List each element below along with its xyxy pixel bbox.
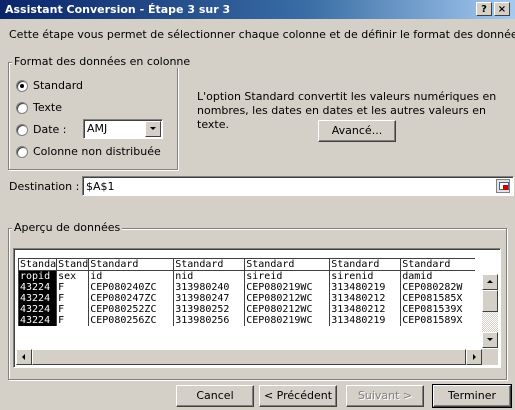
scroll-up-button[interactable] <box>482 274 498 290</box>
preview-cell: CEP081589X <box>400 315 475 326</box>
vertical-scroll-thumb[interactable] <box>482 290 498 312</box>
preview-header-row: Standa Stand Standard Standard Standard Stand… <box>17 258 475 271</box>
preview-cell: CEP081539X <box>400 304 475 315</box>
horizontal-scroll-thumb[interactable] <box>32 349 466 365</box>
preview-cell: 313480219 <box>329 282 401 293</box>
scroll-corner <box>482 349 498 365</box>
radio-no-distribute-text: Colonne non distribuée <box>33 145 161 158</box>
preview-cell: 43224 <box>17 315 57 326</box>
preview-cell: CEP080282W <box>400 282 475 293</box>
data-preview[interactable]: Standa Stand Standard Standard Standard Stand… <box>13 248 501 368</box>
preview-cell: Standard <box>173 258 245 271</box>
preview-cell: CEP081585X <box>400 293 475 304</box>
finish-button[interactable]: Terminer <box>432 384 512 408</box>
preview-cell: F <box>56 293 89 304</box>
preview-cell: Standard <box>329 258 401 271</box>
preview-cell: Stand <box>56 258 89 271</box>
preview-row: 43224 F CEP080247ZC 313980247 CEP080212WC 313… <box>17 293 475 304</box>
preview-cell: 313980240 <box>173 282 245 293</box>
preview-group-label: Aperçu de données <box>12 221 123 234</box>
destination-field[interactable]: $A$1 <box>82 176 514 196</box>
preview-cell: sireid <box>244 270 330 282</box>
preview-cell: CEP080212WC <box>244 304 330 315</box>
scroll-left-button[interactable] <box>16 349 32 365</box>
preview-row: 43224 F CEP080240ZC 313980240 CEP080219WC 313… <box>17 282 475 293</box>
preview-cell: 43224 <box>17 282 57 293</box>
preview-cell: 313480212 <box>329 293 401 304</box>
preview-row: 43224 F CEP080252ZC 313980252 CEP080212WC 313… <box>17 304 475 315</box>
destination-value: $A$1 <box>86 180 115 193</box>
preview-cell: Standard <box>244 258 330 271</box>
radio-standard[interactable] <box>16 80 28 92</box>
preview-cell: sex <box>56 270 89 282</box>
arrow-down-icon <box>487 338 493 341</box>
window-title: Assistant Conversion - Étape 3 sur 3 <box>5 3 231 16</box>
chevron-down-icon <box>150 127 156 130</box>
preview-cell: F <box>56 304 89 315</box>
date-format-dropdown-button[interactable] <box>145 121 161 137</box>
preview-cell: F <box>56 315 89 326</box>
radio-date-text: Date : <box>33 123 67 136</box>
collapse-dialog-icon[interactable] <box>496 179 510 193</box>
preview-cell: 313980252 <box>173 304 245 315</box>
previous-button[interactable]: < Précédent <box>259 385 337 407</box>
radio-text-label: Texte <box>33 101 62 114</box>
advanced-button[interactable]: Avancé... <box>318 120 396 142</box>
destination-label: Destination : <box>9 180 80 193</box>
preview-cell: F <box>56 282 89 293</box>
column-format-group-label: Format des données en colonne <box>12 55 193 68</box>
preview-cell: nid <box>173 270 245 282</box>
intro-text: Cette étape vous permet de sélectionner … <box>9 28 515 41</box>
radio-date-label: Date : <box>33 123 67 136</box>
preview-row: ropid sex id nid sireid sirenid damid <box>17 270 475 282</box>
preview-cell: ropid <box>17 270 57 282</box>
preview-cell: damid <box>400 270 475 282</box>
preview-cell: 43224 <box>17 293 57 304</box>
title-bar: Assistant Conversion - Étape 3 sur 3 ? × <box>0 0 515 19</box>
radio-text-text: Texte <box>33 101 63 114</box>
radio-no-distribute[interactable] <box>16 146 28 158</box>
preview-table: Standa Stand Standard Standard Standard Stand… <box>17 258 475 326</box>
arrow-left-icon <box>22 354 25 360</box>
date-format-value: AMJ <box>87 122 108 135</box>
preview-cell: CEP080219WC <box>244 282 330 293</box>
preview-cell: 313980256 <box>173 315 245 326</box>
help-button[interactable]: ? <box>476 2 492 16</box>
preview-row: 43224 F CEP080256ZC 313980256 CEP080219WC 313… <box>17 315 475 326</box>
preview-cell: CEP080256ZC <box>88 315 174 326</box>
scroll-down-button[interactable] <box>482 332 498 348</box>
cancel-button[interactable]: Cancel <box>176 385 254 407</box>
preview-cell: Standard <box>88 258 174 271</box>
preview-cell: 313480212 <box>329 304 401 315</box>
preview-cell: CEP080219WC <box>244 315 330 326</box>
radio-standard-label: Standard <box>33 79 83 92</box>
preview-cell: sirenid <box>329 270 401 282</box>
scroll-right-button[interactable] <box>466 349 482 365</box>
radio-date[interactable] <box>16 124 28 136</box>
next-button[interactable]: Suivant > <box>346 385 424 407</box>
preview-cell: CEP080240ZC <box>88 282 174 293</box>
arrow-up-icon <box>487 280 493 283</box>
radio-text[interactable] <box>16 102 28 114</box>
preview-cell: CEP080247ZC <box>88 293 174 304</box>
preview-cell: 313480219 <box>329 315 401 326</box>
preview-cell: 43224 <box>17 304 57 315</box>
preview-cell: CEP080252ZC <box>88 304 174 315</box>
close-button[interactable]: × <box>494 2 510 16</box>
arrow-right-icon <box>473 354 476 360</box>
date-format-select[interactable]: AMJ <box>83 119 163 139</box>
radio-standard-text: Standard <box>33 79 84 92</box>
preview-cell: Standard <box>400 258 475 271</box>
preview-cell: 313980247 <box>173 293 245 304</box>
preview-cell: Standa <box>17 258 57 271</box>
radio-no-distribute-label: Colonne non distribuée <box>33 145 161 158</box>
preview-cell: CEP080212WC <box>244 293 330 304</box>
preview-cell: id <box>88 270 174 282</box>
